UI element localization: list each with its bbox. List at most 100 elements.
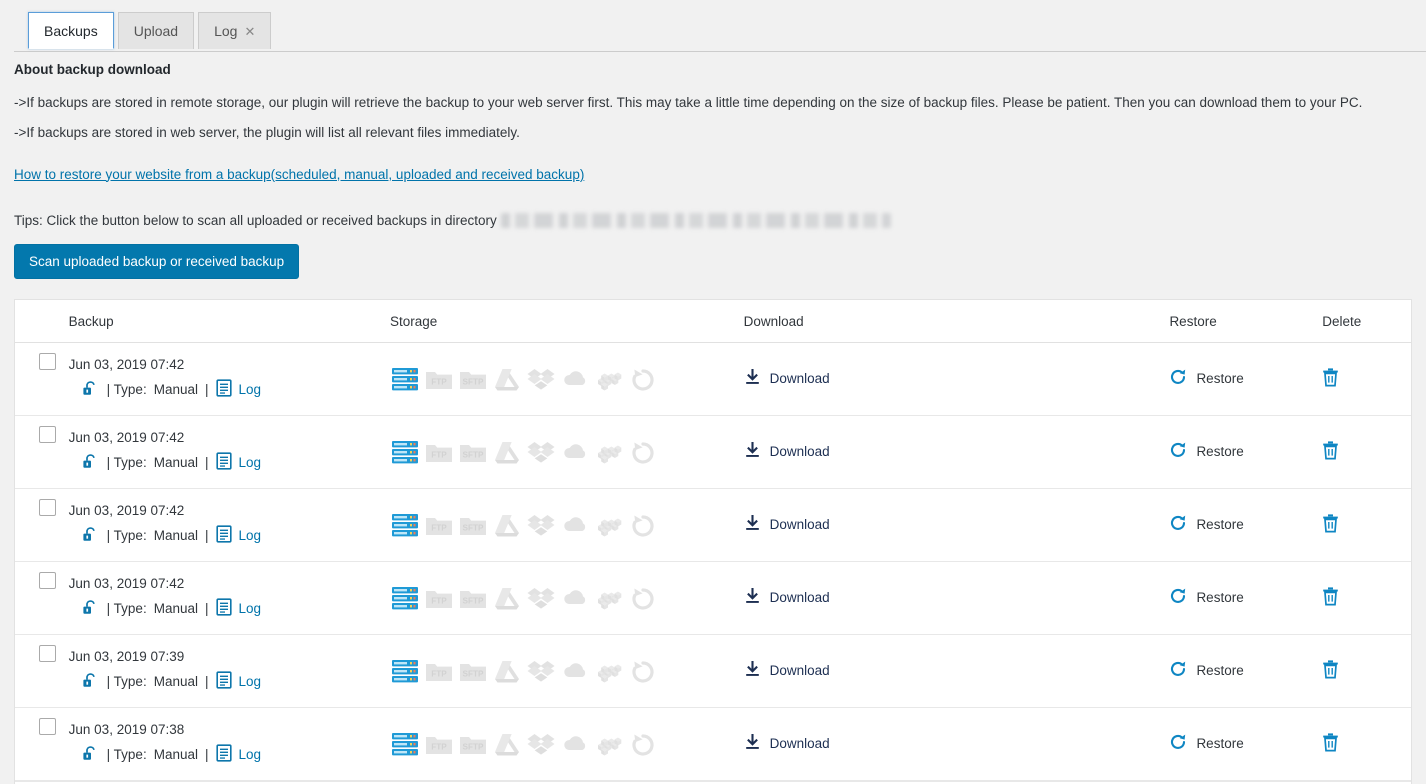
tab-upload[interactable]: Upload [118,12,194,49]
log-document-icon[interactable] [216,744,232,765]
dropbox-icon[interactable] [526,657,556,685]
close-icon[interactable]: ✕ [244,25,255,38]
row-select-cell [15,634,69,707]
sftp-icon[interactable]: SFTP [458,584,488,612]
amazon-s3-icon[interactable] [594,438,624,466]
ftp-icon[interactable]: FTP [424,584,454,612]
download-link[interactable]: Download [744,515,830,535]
sync-icon[interactable] [628,730,658,758]
row-checkbox[interactable] [39,353,56,370]
dropbox-icon[interactable] [526,511,556,539]
log-link[interactable]: Log [239,601,262,616]
backup-type-value: Manual [154,601,198,616]
delete-button[interactable] [1322,441,1339,460]
sftp-icon[interactable]: SFTP [458,730,488,758]
google-drive-icon[interactable] [492,730,522,758]
row-checkbox[interactable] [39,499,56,516]
sync-icon[interactable] [628,438,658,466]
amazon-s3-icon[interactable] [594,365,624,393]
tab-backups[interactable]: Backups [28,12,114,49]
web-server-icon[interactable] [390,365,420,393]
log-link[interactable]: Log [239,747,262,762]
log-link[interactable]: Log [239,528,262,543]
log-document-icon[interactable] [216,452,232,473]
delete-cell [1322,342,1411,415]
ftp-icon[interactable]: FTP [424,438,454,466]
sync-icon[interactable] [628,365,658,393]
sftp-icon[interactable]: SFTP [458,511,488,539]
ftp-icon[interactable]: FTP [424,657,454,685]
onedrive-icon[interactable] [560,657,590,685]
google-drive-icon[interactable] [492,657,522,685]
restore-link[interactable]: Restore [1169,441,1243,462]
sync-icon[interactable] [628,511,658,539]
ftp-icon[interactable]: FTP [424,365,454,393]
dropbox-icon[interactable] [526,730,556,758]
restore-label: Restore [1196,590,1243,605]
restore-link[interactable]: Restore [1169,660,1243,681]
restore-cell: Restore [1169,561,1322,634]
ftp-icon[interactable]: FTP [424,511,454,539]
web-server-icon[interactable] [390,511,420,539]
download-link[interactable]: Download [744,661,830,681]
restore-link[interactable]: Restore [1169,587,1243,608]
log-document-icon[interactable] [216,379,232,400]
download-link[interactable]: Download [744,734,830,754]
delete-button[interactable] [1322,660,1339,679]
dropbox-icon[interactable] [526,365,556,393]
row-select-cell [15,415,69,488]
tab-log[interactable]: Log ✕ [198,12,271,49]
web-server-icon[interactable] [390,438,420,466]
log-document-icon[interactable] [216,598,232,619]
amazon-s3-icon[interactable] [594,511,624,539]
onedrive-icon[interactable] [560,438,590,466]
amazon-s3-icon[interactable] [594,657,624,685]
sync-icon[interactable] [628,657,658,685]
log-document-icon[interactable] [216,671,232,692]
sync-icon[interactable] [628,584,658,612]
onedrive-icon[interactable] [560,584,590,612]
row-checkbox[interactable] [39,645,56,662]
dropbox-icon[interactable] [526,584,556,612]
download-label: Download [770,444,830,459]
sftp-icon[interactable]: SFTP [458,365,488,393]
web-server-icon[interactable] [390,584,420,612]
amazon-s3-icon[interactable] [594,584,624,612]
onedrive-icon[interactable] [560,511,590,539]
meta-separator: | [205,455,209,470]
row-checkbox[interactable] [39,718,56,735]
backup-meta: | Type: Manual | Log [69,379,390,401]
onedrive-icon[interactable] [560,365,590,393]
tab-log-label: Log [214,23,237,39]
log-document-icon[interactable] [216,525,232,546]
row-checkbox[interactable] [39,572,56,589]
download-link[interactable]: Download [744,588,830,608]
restore-link[interactable]: Restore [1169,368,1243,389]
ftp-icon[interactable]: FTP [424,730,454,758]
download-link[interactable]: Download [744,442,830,462]
delete-button[interactable] [1322,733,1339,752]
google-drive-icon[interactable] [492,365,522,393]
delete-button[interactable] [1322,368,1339,387]
download-link[interactable]: Download [744,369,830,389]
google-drive-icon[interactable] [492,438,522,466]
log-link[interactable]: Log [239,674,262,689]
scan-backups-button[interactable]: Scan uploaded backup or received backup [14,244,299,279]
web-server-icon[interactable] [390,730,420,758]
google-drive-icon[interactable] [492,511,522,539]
web-server-icon[interactable] [390,657,420,685]
restore-link[interactable]: Restore [1169,733,1243,754]
restore-howto-link[interactable]: How to restore your website from a backu… [14,167,584,182]
log-link[interactable]: Log [239,455,262,470]
row-checkbox[interactable] [39,426,56,443]
delete-button[interactable] [1322,587,1339,606]
sftp-icon[interactable]: SFTP [458,657,488,685]
dropbox-icon[interactable] [526,438,556,466]
sftp-icon[interactable]: SFTP [458,438,488,466]
restore-link[interactable]: Restore [1169,514,1243,535]
google-drive-icon[interactable] [492,584,522,612]
amazon-s3-icon[interactable] [594,730,624,758]
delete-button[interactable] [1322,514,1339,533]
log-link[interactable]: Log [239,382,262,397]
onedrive-icon[interactable] [560,730,590,758]
